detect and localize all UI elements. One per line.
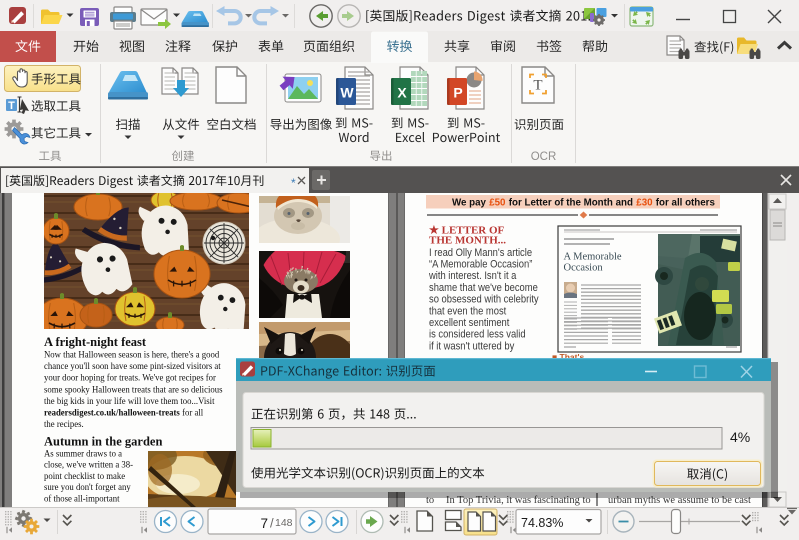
svg-text:Occasion: Occasion [564,263,604,274]
svg-text:THE MONTH...: THE MONTH... [429,235,506,247]
svg-text:74.83%: 74.83% [521,516,563,530]
svg-text:£50: £50 [489,197,506,208]
svg-text:£30: £30 [636,197,653,208]
svg-text:As summer draws to a: As summer draws to a [44,448,122,458]
svg-text:of those all-important: of those all-important [44,493,120,503]
svg-text:is considered less valid: is considered less valid [429,329,526,341]
svg-text:sure you don't forget any: sure you don't forget any [44,482,131,492]
svg-text:some spooky Halloween treats t: some spooky Halloween treats that are so… [44,384,223,394]
svg-text:Autumn in the garden: Autumn in the garden [44,434,162,448]
svg-text:4%: 4% [730,429,750,445]
svg-text:T: T [8,100,15,112]
svg-text:close, we've written a 38-: close, we've written a 38- [44,459,133,469]
svg-text:7: 7 [260,516,268,531]
svg-text:OCR: OCR [531,151,557,163]
svg-text:that even the most: that even the most [429,306,506,318]
svg-text:148: 148 [275,517,293,529]
svg-text:*: * [291,176,296,190]
svg-text:for all: for all [182,407,204,417]
svg-text:for Letter of the Month and: for Letter of the Month and [509,197,633,208]
svg-text:We pay: We pay [452,197,486,208]
svg-text:for all others: for all others [656,197,715,208]
svg-text:readersdigest.co.uk/halloween-: readersdigest.co.uk/halloween-treats [44,407,180,417]
svg-text:with interest. Isn't it a: with interest. Isn't it a [428,271,517,283]
svg-text:X: X [397,85,407,101]
svg-text:excellent sentiment: excellent sentiment [429,317,510,329]
svg-text:point checklist to make: point checklist to make [44,471,125,481]
svg-text:chance you'll soon have some p: chance you'll soon have some pint-sized … [44,361,221,371]
svg-text:the big kids in your life will: the big kids in your life will love them… [44,396,215,406]
svg-text:I read Olly Mann's article: I read Olly Mann's article [429,247,532,259]
svg-text:shame that we've become: shame that we've become [429,282,538,294]
svg-text:T: T [533,78,542,94]
svg-text:/: / [270,516,274,531]
svg-text:your door hoping for treats. W: your door hoping for treats. We've got r… [44,372,216,382]
svg-text:the recipes.: the recipes. [44,419,84,429]
svg-text:A Memorable: A Memorable [564,252,622,263]
svg-text:P: P [453,85,462,101]
svg-text:W: W [340,85,354,101]
svg-text:so obsessed with celebrity: so obsessed with celebrity [429,294,539,306]
svg-text:A fright-night feast: A fright-night feast [44,335,147,349]
svg-text:if it wasn't uttered by: if it wasn't uttered by [429,341,515,353]
svg-text:Now that Halloween season is h: Now that Halloween season is here, there… [44,349,220,359]
svg-text:“A Memorable Occasion”: “A Memorable Occasion” [429,259,533,271]
